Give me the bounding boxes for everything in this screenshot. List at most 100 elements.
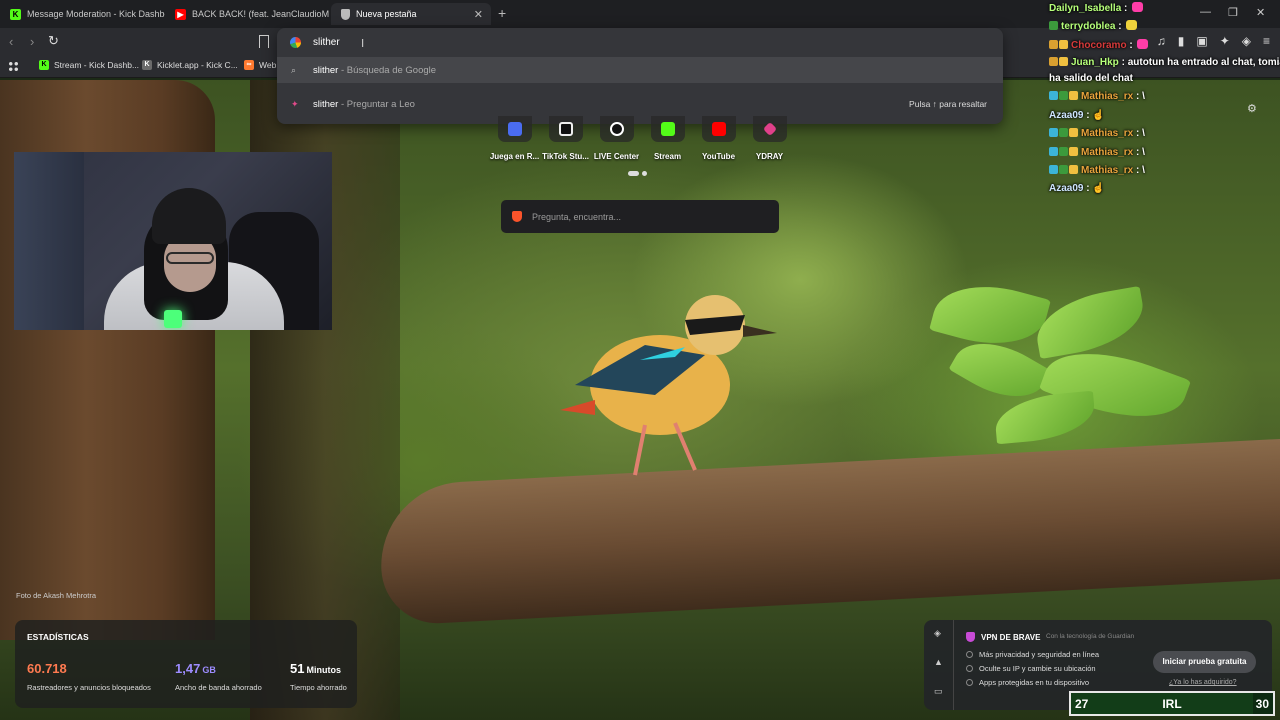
- suggestion-query: slither: [313, 98, 339, 110]
- address-bar-value[interactable]: slither: [313, 37, 340, 48]
- chat-username[interactable]: terrydoblea: [1061, 21, 1115, 32]
- chat-username[interactable]: Juan_Hkp: [1071, 57, 1119, 68]
- top-sites: Juega en R... TikTok Stu... LIVE Center …: [490, 116, 792, 161]
- vpn-title-text: VPN DE BRAVE: [981, 632, 1041, 642]
- irl-left-value: 27: [1075, 696, 1089, 711]
- chat-username[interactable]: Mathias_rx: [1081, 165, 1133, 176]
- close-icon[interactable]: ✕: [474, 8, 483, 21]
- new-tab-button[interactable]: +: [498, 5, 506, 21]
- suggestion-hint: Pulsa ↑ para resaltar: [909, 99, 987, 109]
- stat-time-saved: 51 Minutos Tiempo ahorrado: [290, 660, 347, 692]
- gear-icon[interactable]: ⚙: [1247, 102, 1257, 115]
- tab-title: Message Moderation - Kick Dashboa: [27, 9, 165, 19]
- vpn-tab-icon[interactable]: ◈: [934, 628, 941, 639]
- tab-youtube-video[interactable]: ▶ BACK BACK! (feat. JeanClaudioM: [165, 3, 330, 25]
- photo-credit[interactable]: Foto de Akash Mehrotra: [16, 591, 96, 600]
- page-dot[interactable]: [628, 171, 639, 176]
- already-purchased-link[interactable]: ¿Ya lo has adquirido?: [1169, 679, 1237, 686]
- bookmark-label: Web: [259, 60, 277, 70]
- page-dot[interactable]: [642, 171, 647, 176]
- tab-message-moderation[interactable]: K Message Moderation - Kick Dashboa: [0, 3, 165, 25]
- emote-icon: [1132, 2, 1144, 12]
- warning-icon[interactable]: ▲: [934, 657, 943, 667]
- stat-value: 51: [290, 661, 305, 676]
- shortcut-ydray[interactable]: YDRAY: [747, 116, 792, 161]
- kick-icon: K: [39, 60, 49, 70]
- suggestion-ask-leo[interactable]: ✦ slither - Preguntar a Leo Pulsa ↑ para…: [277, 91, 1003, 117]
- badge-icon: [1049, 40, 1058, 49]
- check-icon: [966, 679, 973, 686]
- bookmark-stream-kick[interactable]: K Stream - Kick Dashb...: [39, 60, 139, 70]
- badge-icon: [1059, 57, 1068, 66]
- chat-username[interactable]: Mathias_rx: [1081, 91, 1133, 102]
- tab-title: BACK BACK! (feat. JeanClaudioM: [192, 9, 330, 19]
- chat-username[interactable]: Azaa09: [1049, 183, 1083, 194]
- suggestion-source: - Preguntar a Leo: [338, 98, 415, 110]
- shortcut-live-center[interactable]: LIVE Center: [594, 116, 639, 161]
- emote-icon: [1137, 39, 1149, 49]
- badge-icon: [1059, 128, 1068, 137]
- chat-username[interactable]: Dailyn_Isabella: [1049, 3, 1121, 14]
- search-box[interactable]: Pregunta, encuentra...: [501, 200, 779, 233]
- chat-username[interactable]: Chocoramo: [1071, 40, 1127, 51]
- chat-text: ☝: [1092, 110, 1105, 121]
- google-icon: [290, 37, 301, 48]
- chat-username[interactable]: Mathias_rx: [1081, 147, 1133, 158]
- kicklet-icon: K: [142, 60, 152, 70]
- webcam-overlay: [14, 152, 332, 330]
- shortcut-label: YouTube: [701, 152, 736, 161]
- shortcut-tiktok-studio[interactable]: TikTok Stu...: [542, 116, 589, 161]
- back-icon[interactable]: ‹: [9, 34, 13, 49]
- stat-unit: Minutos: [306, 665, 341, 675]
- chat-separator: :: [1115, 21, 1125, 32]
- apps-grid-icon[interactable]: [8, 61, 19, 72]
- tab-new-tab[interactable]: Nueva pestaña ✕: [331, 3, 491, 25]
- chat-overlay: Dailyn_Isabella : terrydoblea : Chocoram…: [1049, 0, 1280, 200]
- bookmark-icon[interactable]: [259, 35, 269, 48]
- game-icon: [507, 122, 522, 136]
- chat-username[interactable]: Azaa09: [1049, 110, 1083, 121]
- chat-separator: :: [1133, 128, 1143, 139]
- chat-username[interactable]: Mathias_rx: [1081, 128, 1133, 139]
- badge-icon: [1059, 40, 1068, 49]
- bookmark-label: Kicklet.app - Kick C...: [157, 60, 238, 70]
- page-dots: [628, 171, 647, 176]
- chat-message: Mathias_rx : \: [1049, 128, 1145, 139]
- youtube-icon: ▶: [175, 8, 186, 20]
- suggestion-query: slither: [313, 64, 339, 76]
- stat-label: Rastreadores y anuncios bloqueados: [27, 683, 151, 692]
- vpn-logo-icon: [966, 632, 975, 642]
- bookmark-kicklet[interactable]: K Kicklet.app - Kick C...: [142, 60, 238, 70]
- search-icon: ⌕: [291, 64, 297, 75]
- forward-icon[interactable]: ›: [30, 34, 34, 49]
- bookmark-web[interactable]: ∞ Web: [244, 60, 276, 70]
- vpn-feature: Más privacidad y seguridad en línea: [966, 650, 1099, 659]
- stat-label: Ancho de banda ahorrado: [175, 683, 262, 692]
- shortcut-juega[interactable]: Juega en R...: [490, 116, 539, 161]
- plant-leaves: [929, 271, 1195, 505]
- chat-message: Dailyn_Isabella :: [1049, 2, 1144, 14]
- badge-icon: [1069, 91, 1078, 100]
- brave-icon: [512, 211, 522, 222]
- chat-message: ha salido del chat: [1049, 73, 1133, 84]
- vpn-title: VPN DE BRAVE: [966, 632, 1040, 642]
- ydray-icon: [762, 121, 777, 137]
- text-cursor-icon: I: [361, 37, 365, 50]
- chat-badges: [1049, 21, 1058, 30]
- shortcut-label: YDRAY: [755, 152, 784, 161]
- badge-icon: [1049, 147, 1058, 156]
- reload-icon[interactable]: ↻: [48, 33, 59, 49]
- emote-icon: [1126, 20, 1138, 30]
- suggestion-google-search[interactable]: ⌕ slither - Búsqueda de Google: [277, 57, 1003, 83]
- address-bar[interactable]: slither I: [277, 28, 1003, 56]
- chat-message: Juan_Hkp : autotun ha entrado al chat, t…: [1049, 57, 1280, 68]
- start-trial-button[interactable]: Iniciar prueba gratuita: [1153, 651, 1256, 673]
- shortcut-label: TikTok Stu...: [542, 152, 589, 161]
- tiktok-live-icon: [609, 122, 624, 136]
- card-icon[interactable]: ▭: [934, 686, 943, 697]
- shortcut-stream[interactable]: Stream: [645, 116, 690, 161]
- kick-icon: [660, 122, 675, 136]
- chat-separator: :: [1126, 40, 1136, 51]
- check-icon: [966, 651, 973, 658]
- shortcut-youtube[interactable]: YouTube: [696, 116, 741, 161]
